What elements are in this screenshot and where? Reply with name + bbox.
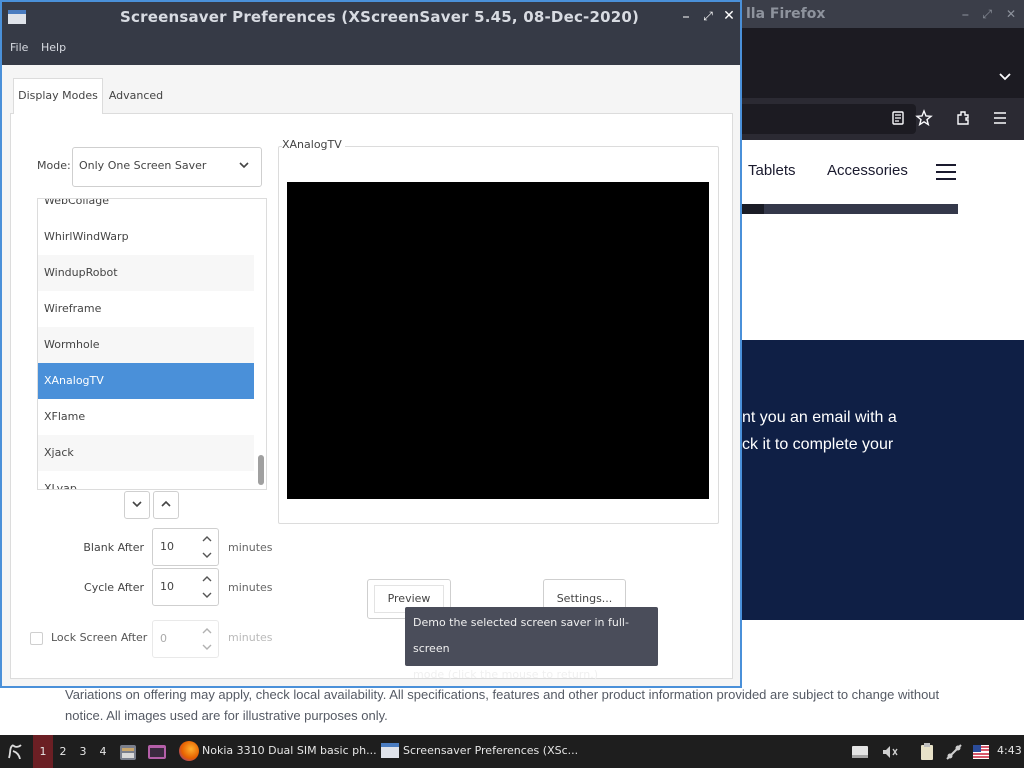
site-banner [740,340,1024,620]
blank-after-label: Blank After [83,541,144,554]
lock-screen-checkbox[interactable] [30,632,43,645]
screensaver-window: Screensaver Preferences (XScreenSaver 5.… [0,0,742,688]
workspace-4[interactable]: 4 [93,735,113,768]
workspace-1[interactable]: 1 [33,735,53,768]
list-item[interactable]: WindupRobot [38,255,254,291]
start-menu-icon[interactable] [4,741,26,763]
previous-saver-button[interactable] [153,491,179,519]
close-icon[interactable]: ✕ [721,8,737,24]
task-screensaver[interactable]: Screensaver Preferences (XSc... [378,735,578,768]
firefox-maximize-icon[interactable]: ⤢ [982,7,992,22]
preview-screen [287,182,709,499]
chevron-up-icon [200,624,214,638]
cycle-after-units: minutes [228,581,273,594]
list-item[interactable]: WhirlWindWarp [38,219,254,255]
cycle-after-spinner[interactable]: 10 [152,568,219,606]
menubar: File Help [2,32,740,65]
keyboard-layout-icon[interactable] [971,742,991,762]
task-firefox-label: Nokia 3310 Dual SIM basic ph... [202,744,377,757]
preview-frame-label: XAnalogTV [282,138,345,151]
list-item[interactable]: WebCollage [38,199,254,219]
app-window-icon [8,10,26,24]
banner-text-line2: ck it to complete your [742,436,894,453]
taskbar: 1 2 3 4 Nokia 3310 Dual SIM basic ph... … [0,735,1024,768]
chevron-up-icon [160,498,172,513]
firefox-tabstrip [740,28,1024,98]
chevron-up-icon[interactable] [200,572,214,586]
list-all-tabs-icon[interactable] [998,70,1012,86]
blank-after-spinner[interactable]: 10 [152,528,219,566]
menu-help[interactable]: Help [41,41,66,54]
firefox-navbar [740,98,1024,140]
tab-advanced[interactable]: Advanced [106,78,166,114]
next-saver-button[interactable] [124,491,150,519]
tooltip-line1: Demo the selected screen saver in full-s… [413,616,629,655]
list-item[interactable]: Wormhole [38,327,254,363]
menu-file[interactable]: File [10,41,28,54]
task-firefox[interactable]: Nokia 3310 Dual SIM basic ph... [176,735,377,768]
tooltip-line2: mode (click the mouse to return.) [413,668,598,681]
file-manager-icon[interactable] [117,741,139,763]
firefox-icon [179,741,199,761]
list-item[interactable]: Wireframe [38,291,254,327]
list-item[interactable]: XLyap [38,471,254,489]
lock-after-value: 0 [160,632,167,645]
list-item[interactable]: XFlame [38,399,254,435]
blank-after-value: 10 [160,540,174,553]
chevron-down-icon [131,498,143,513]
minimize-icon[interactable]: ⎯ [678,8,694,24]
firefox-minimize-icon[interactable]: ⎯ [962,7,968,22]
cycle-after-label: Cycle After [84,581,144,594]
site-nav-accessories[interactable]: Accessories [827,162,908,179]
site-disclaimer: Variations on offering may apply, check … [65,687,940,723]
network-icon[interactable] [944,742,964,762]
chevron-down-icon [237,158,251,172]
removable-media-icon[interactable] [850,742,870,762]
cycle-after-value: 10 [160,580,174,593]
site-progress-segment [740,204,764,214]
lock-after-spinner: 0 [152,620,219,658]
screensaver-titlebar[interactable]: Screensaver Preferences (XScreenSaver 5.… [2,2,740,32]
chevron-down-icon[interactable] [200,548,214,562]
window-title: Screensaver Preferences (XScreenSaver 5.… [120,8,640,26]
firefox-title: lla Firefox [746,6,826,22]
blank-after-units: minutes [228,541,273,554]
mode-select[interactable]: Only One Screen Saver [72,147,262,187]
lock-after-units: minutes [228,631,273,644]
chevron-down-icon [200,640,214,654]
maximize-icon[interactable]: ⤢ [700,8,716,24]
app-menu-icon[interactable] [990,108,1010,128]
task-screensaver-label: Screensaver Preferences (XSc... [403,744,579,757]
firefox-window-controls: ⎯ ⤢ ✕ [962,7,1016,22]
tab-display-modes[interactable]: Display Modes [13,78,103,114]
workspace-3[interactable]: 3 [73,735,93,768]
extensions-icon[interactable] [954,108,974,128]
clock: 4:43 [997,744,1022,757]
firefox-titlebar: lla Firefox ⎯ ⤢ ✕ [740,0,1024,28]
firefox-close-icon[interactable]: ✕ [1006,7,1016,22]
clipboard-icon[interactable] [917,742,937,762]
list-item-selected[interactable]: XAnalogTV [38,363,254,399]
bookmark-star-icon[interactable] [914,108,934,128]
lock-screen-label: Lock Screen After [51,631,148,644]
workspace-2[interactable]: 2 [53,735,73,768]
list-item[interactable]: Xjack [38,435,254,471]
mode-select-value: Only One Screen Saver [79,159,207,172]
chevron-down-icon[interactable] [200,588,214,602]
screensaver-list[interactable]: WebCollage WhirlWindWarp WindupRobot Wir… [37,198,267,490]
terminal-icon[interactable] [146,741,168,763]
banner-text-line1: nt you an email with a [742,409,897,426]
site-nav-tablets[interactable]: Tablets [748,162,796,179]
preview-tooltip: Demo the selected screen saver in full-s… [405,607,658,681]
volume-icon[interactable] [880,742,900,762]
chevron-up-icon[interactable] [200,532,214,546]
list-scrollbar[interactable] [258,455,264,485]
screensaver-app-icon [381,743,399,758]
mode-label: Mode: [37,159,71,172]
reader-view-icon[interactable] [888,108,908,128]
site-menu-icon[interactable] [936,164,956,180]
site-progress-bar [740,204,958,214]
